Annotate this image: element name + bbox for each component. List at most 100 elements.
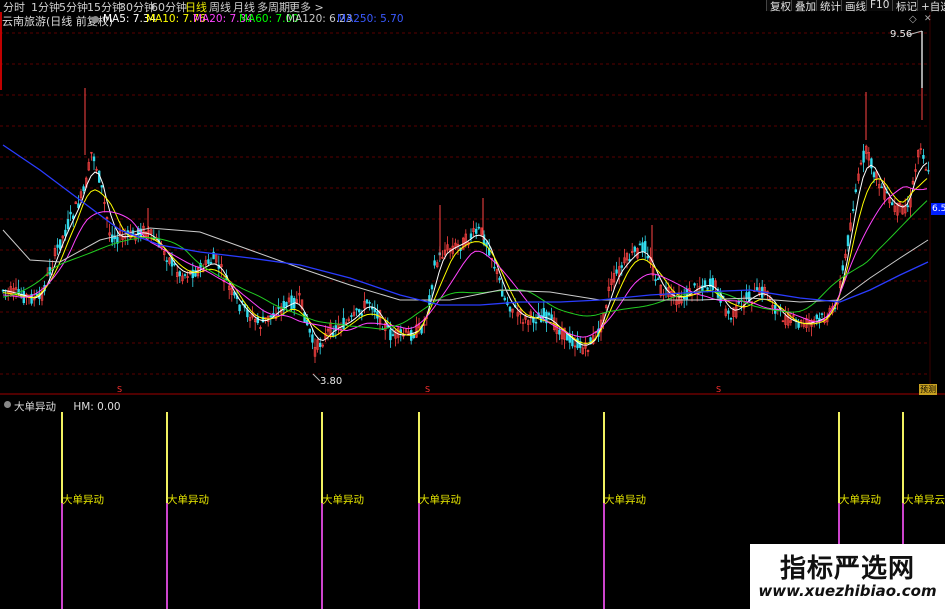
candle-body — [820, 313, 824, 315]
watermark-title: 指标严选网 — [779, 554, 915, 584]
candle-body — [56, 244, 59, 248]
candle-body — [755, 287, 759, 291]
candle-body — [493, 266, 496, 269]
candle-body — [64, 229, 67, 237]
fuquan-button[interactable]: 复权 — [766, 0, 794, 13]
add-watchlist-button[interactable]: +自选 — [917, 0, 945, 13]
candle-body — [355, 308, 358, 311]
stats-button[interactable]: 统计 — [816, 0, 844, 13]
candle-body — [922, 155, 925, 159]
candle-body — [365, 299, 369, 304]
candle-body — [82, 186, 85, 192]
candle-body — [906, 205, 910, 208]
candle-body — [246, 309, 249, 318]
signal-label-cut: 大单异云 — [903, 494, 945, 506]
candle-body — [503, 297, 506, 301]
candle-body — [430, 285, 434, 290]
candle-body — [100, 185, 104, 188]
candle-body — [615, 269, 618, 274]
signal-label: 大单异动 — [167, 494, 209, 506]
candle-body — [641, 242, 644, 253]
candle-body — [643, 241, 647, 253]
candle-body — [890, 202, 894, 206]
candle-body — [290, 295, 293, 310]
candle-body — [433, 260, 436, 266]
sell-marker: S — [716, 385, 722, 394]
candle-body — [183, 274, 187, 276]
signal-label: 大单异动 — [419, 494, 461, 506]
period-toolbar: 分时 1分钟 5分钟 15分钟 30分钟 60分钟 日线 周线 月线 多周期 更… — [0, 0, 945, 14]
candle-body — [620, 265, 624, 268]
candle-body — [311, 334, 314, 343]
candle-body — [550, 314, 553, 320]
candle-body — [277, 307, 280, 309]
candle-body — [285, 302, 288, 307]
chart-canvas — [0, 12, 945, 609]
candle-body — [797, 322, 800, 328]
candle-body — [542, 308, 546, 317]
indicator-settings-icon[interactable] — [4, 401, 11, 408]
candle-body — [656, 278, 660, 280]
indicator-name: 大单异动 — [14, 401, 56, 413]
candle-body — [706, 287, 709, 290]
candle-body — [357, 309, 361, 313]
candle-body — [69, 211, 72, 215]
candle-body — [178, 271, 181, 277]
candle-body — [350, 315, 353, 317]
candle-body — [469, 233, 473, 239]
candle-body — [854, 189, 858, 193]
candle-body — [880, 186, 884, 189]
candle-body — [318, 342, 322, 347]
candle-body — [66, 219, 70, 230]
candle-body — [693, 283, 696, 286]
diamond-icon[interactable]: ◇ — [909, 14, 917, 25]
ma250-legend: MA250: 5.70 — [337, 13, 404, 25]
ma250-line — [2, 144, 929, 306]
mark-button[interactable]: 标记 — [892, 0, 920, 13]
watermark: 指标严选网 www.xuezhibiao.com — [750, 544, 945, 609]
candle-body — [500, 290, 504, 297]
indicator-value: HM: 0.00 — [73, 401, 121, 413]
candle-body — [331, 333, 335, 336]
low-price-label: 3.80 — [320, 376, 343, 387]
candle-body — [373, 309, 376, 313]
candle-body — [727, 310, 730, 314]
candle-body — [927, 169, 930, 172]
draw-button[interactable]: 画线 — [841, 0, 869, 13]
candle-body — [872, 172, 876, 178]
candle-body — [269, 315, 272, 318]
high-price-label: 9.56 — [890, 29, 913, 40]
candle-body — [815, 314, 819, 319]
signal-label: 大单异动 — [839, 494, 881, 506]
candle-body — [238, 304, 241, 312]
candle-body — [846, 235, 850, 247]
candle-body — [870, 158, 873, 169]
candle-body — [851, 209, 855, 211]
signal-label: 大单异动 — [604, 494, 646, 506]
f10-button[interactable]: F10 — [866, 0, 893, 11]
signal-label: 大单异动 — [322, 494, 364, 506]
candle-body — [638, 243, 642, 246]
candle-body — [389, 329, 392, 341]
candle-body — [111, 234, 114, 243]
candle-body — [342, 317, 345, 329]
candle-body — [633, 246, 637, 252]
candle-body — [477, 226, 480, 229]
candle-body — [92, 156, 96, 162]
indicator-header: 大单异动 HM: 0.00 — [14, 399, 121, 414]
candle-body — [165, 260, 168, 262]
candle-body — [508, 306, 512, 312]
signal-label: 大单异动 — [62, 494, 104, 506]
overlay-button[interactable]: 叠加 — [791, 0, 819, 13]
candle-body — [209, 262, 213, 264]
candle-body — [646, 255, 650, 259]
candle-body — [547, 312, 551, 316]
sell-marker: S — [425, 385, 431, 394]
settings-circle-icon[interactable] — [92, 16, 99, 23]
candle-body — [308, 328, 311, 333]
low-price-pointer — [312, 373, 321, 382]
close-icon[interactable]: ✕ — [924, 14, 932, 24]
watermark-url: www.xuezhibiao.com — [758, 582, 937, 600]
forecast-badge[interactable]: 预测 — [919, 384, 937, 395]
candle-body — [368, 302, 371, 304]
